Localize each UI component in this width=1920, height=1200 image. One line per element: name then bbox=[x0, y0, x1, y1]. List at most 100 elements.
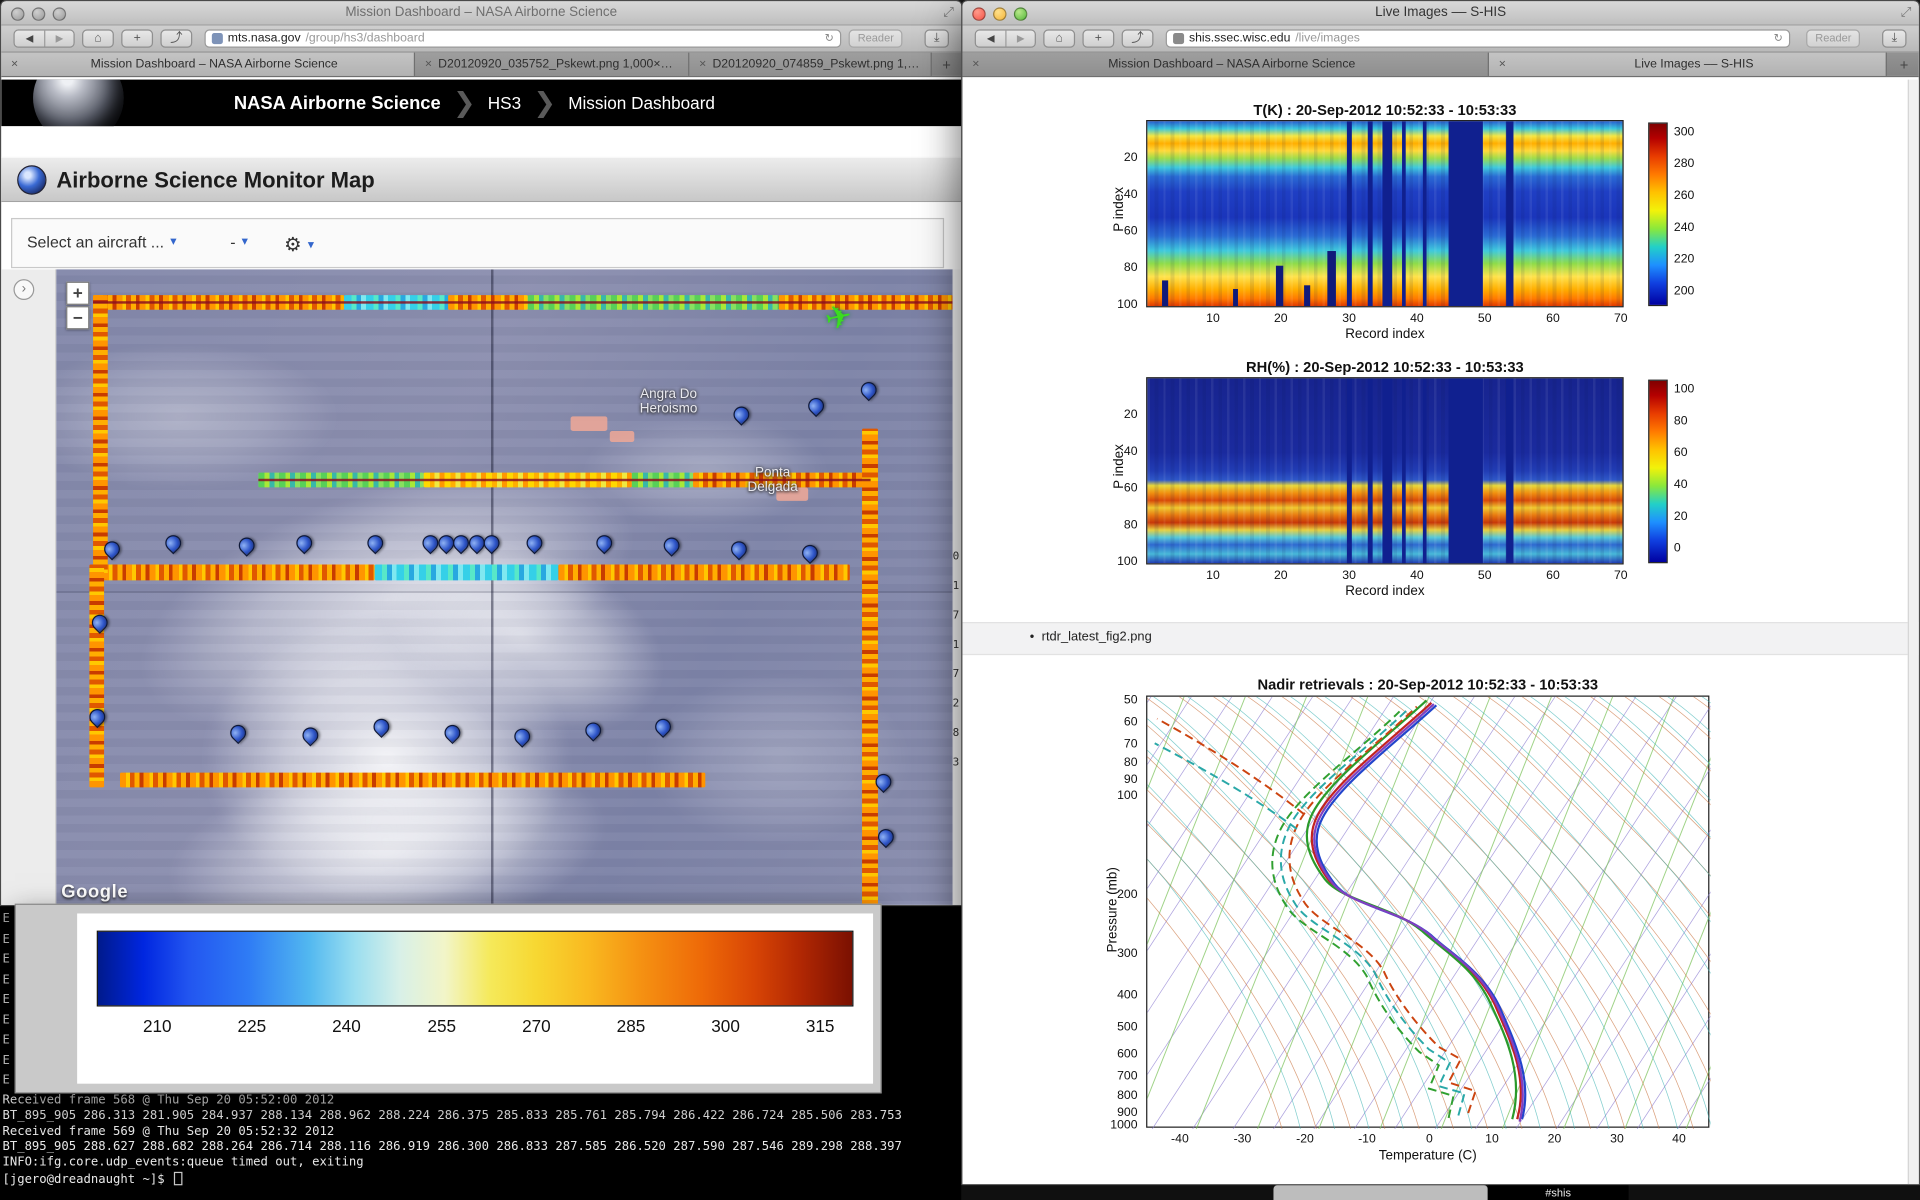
map-canvas[interactable]: Angra Do Heroismo Ponta Delgada ✈ + − Go… bbox=[56, 269, 952, 906]
caret-down-icon: ▾ bbox=[242, 235, 248, 248]
fullscreen-icon[interactable]: ⤢ bbox=[943, 5, 954, 21]
flight-track-segment bbox=[103, 564, 375, 580]
forward-button[interactable]: ▶ bbox=[44, 31, 73, 47]
place-label-angra: Angra Do Heroismo bbox=[613, 387, 723, 416]
reader-button[interactable]: Reader bbox=[1807, 29, 1860, 47]
new-tab-button[interactable]: + bbox=[1889, 53, 1918, 76]
image-list-item[interactable]: •rtdr_latest_fig2.png bbox=[1030, 629, 1152, 644]
back-button[interactable]: ◀ bbox=[15, 31, 44, 47]
sidebar-toggle-icon[interactable]: › bbox=[13, 279, 34, 300]
right-titlebar[interactable]: Live Images –– S-HIS ⤢ bbox=[962, 1, 1918, 25]
tick-label: 1000 bbox=[1110, 1119, 1137, 1132]
tick-label: 240 bbox=[1674, 221, 1694, 234]
live-images-page: T(K) : 20-Sep-2012 10:52:33 - 10:53:33 P… bbox=[962, 80, 1918, 1184]
zoom-in-button[interactable]: + bbox=[66, 282, 89, 305]
map-row: › Angra Do Hero bbox=[1, 269, 962, 906]
map-pin[interactable] bbox=[728, 538, 751, 561]
map-gridline bbox=[491, 269, 493, 906]
tab-pskewt-2[interactable]: × D20120920_074859_Pskewt.png 1,000×70..… bbox=[689, 53, 931, 76]
settings-select[interactable]: ⚙ ▾ bbox=[284, 233, 314, 257]
downloads-button[interactable]: ⤓ bbox=[924, 29, 948, 47]
tab-close-icon[interactable]: × bbox=[425, 58, 432, 71]
map-pin[interactable] bbox=[805, 395, 828, 418]
zoom-out-button[interactable]: − bbox=[66, 306, 89, 329]
home-button[interactable]: ⌂ bbox=[1043, 29, 1075, 47]
flight-track-segment bbox=[89, 564, 104, 787]
reload-icon[interactable]: ↻ bbox=[825, 32, 834, 45]
tab-close-icon[interactable]: × bbox=[699, 58, 706, 71]
url-domain: mts.nasa.gov bbox=[228, 32, 301, 45]
nasa-header-band: NASA Airborne Science ❯ HS3 ❯ Mission Da… bbox=[1, 80, 961, 127]
map-gridline bbox=[56, 591, 952, 592]
terminal-line: BT_895_905 286.313 281.905 284.937 288.1… bbox=[2, 1109, 962, 1125]
breadcrumb-nasa-airborne-science[interactable]: NASA Airborne Science bbox=[234, 92, 441, 113]
chevron-icon: ❯ bbox=[533, 91, 556, 115]
share-button[interactable]: ⤴ bbox=[160, 29, 192, 47]
back-button[interactable]: ◀ bbox=[976, 31, 1005, 47]
data-gap-stripe bbox=[1423, 378, 1427, 563]
data-gap-stripe bbox=[1506, 378, 1513, 563]
colorbar-tick-label: 315 bbox=[806, 1016, 835, 1036]
tab-live-images[interactable]: × Live Images –– S-HIS bbox=[1489, 53, 1887, 76]
tab-label: Live Images –– S-HIS bbox=[1512, 58, 1876, 71]
breadcrumb-mission-dashboard[interactable]: Mission Dashboard bbox=[568, 93, 715, 113]
site-favicon-icon bbox=[212, 33, 223, 44]
tick-label: 50 bbox=[1124, 693, 1138, 706]
map-pin[interactable] bbox=[799, 542, 822, 565]
tick-label: 20 bbox=[1124, 408, 1138, 421]
forward-button[interactable]: ▶ bbox=[1005, 31, 1034, 47]
left-titlebar[interactable]: Mission Dashboard – NASA Airborne Scienc… bbox=[1, 1, 961, 25]
address-bar[interactable]: mts.nasa.gov/group/hs3/dashboard ↻ bbox=[204, 29, 841, 47]
plus-button[interactable]: + bbox=[1082, 29, 1114, 47]
irc-channel-label: #shis bbox=[1545, 1187, 1571, 1199]
terminal-clipped-line: E bbox=[2, 1011, 9, 1031]
data-gap-stripe bbox=[1449, 121, 1482, 306]
map-pin[interactable] bbox=[858, 379, 881, 402]
caret-down-icon: ▾ bbox=[170, 235, 176, 248]
tick-label: 100 bbox=[1117, 555, 1137, 568]
aircraft-select[interactable]: Select an aircraft ... ▾ bbox=[27, 233, 176, 251]
tab-pskewt-1[interactable]: × D20120920_035752_Pskewt.png 1,000×70..… bbox=[415, 53, 689, 76]
terminal-clipped-line: E bbox=[2, 930, 9, 950]
colorbar-tick-label: 270 bbox=[522, 1016, 551, 1036]
reader-button[interactable]: Reader bbox=[849, 29, 902, 47]
breadcrumb-hs3[interactable]: HS3 bbox=[488, 93, 521, 113]
chevron-icon: ❯ bbox=[453, 91, 476, 115]
tick-label: -40 bbox=[1171, 1133, 1189, 1146]
tick-label: 90 bbox=[1124, 773, 1138, 786]
share-button[interactable]: ⤴ bbox=[1122, 29, 1154, 47]
tick-label: 100 bbox=[1117, 789, 1137, 802]
tab-mission-dashboard[interactable]: × Mission Dashboard – NASA Airborne Scie… bbox=[962, 53, 1489, 76]
home-button[interactable]: ⌂ bbox=[82, 29, 114, 47]
tab-close-icon[interactable]: × bbox=[972, 58, 979, 71]
downloads-button[interactable]: ⤓ bbox=[1882, 29, 1906, 47]
data-gap-stripe bbox=[1402, 121, 1407, 306]
tick-label: 0 bbox=[1426, 1133, 1433, 1146]
map-pin[interactable] bbox=[660, 534, 683, 557]
terminal-line: Received frame 569 @ Thu Sep 20 05:52:32… bbox=[2, 1125, 962, 1141]
tab-mission-dashboard[interactable]: × Mission Dashboard – NASA Airborne Scie… bbox=[1, 53, 415, 76]
flight-track-segment bbox=[862, 429, 878, 907]
map-pin[interactable] bbox=[875, 826, 898, 849]
tick-label: 700 bbox=[1117, 1070, 1137, 1083]
tick-label: 70 bbox=[1614, 312, 1628, 325]
map-pin[interactable] bbox=[162, 532, 185, 555]
tab-close-icon[interactable]: × bbox=[1499, 58, 1506, 71]
tick-label: 80 bbox=[1124, 261, 1138, 274]
fullscreen-icon[interactable]: ⤢ bbox=[1901, 5, 1912, 21]
page-scrollbar[interactable] bbox=[1908, 80, 1919, 1184]
aircraft-select-label: Select an aircraft ... bbox=[27, 233, 164, 251]
tab-close-icon[interactable]: × bbox=[11, 58, 18, 71]
tab-label: Mission Dashboard – NASA Airborne Scienc… bbox=[24, 58, 404, 71]
terminal-line: INFO:ifg.core.udp_events:queue timed out… bbox=[2, 1156, 962, 1172]
colorbar-tick-label: 225 bbox=[238, 1016, 267, 1036]
reload-icon[interactable]: ↻ bbox=[1774, 32, 1783, 45]
tick-label: 800 bbox=[1117, 1089, 1137, 1102]
new-tab-button[interactable]: + bbox=[932, 53, 961, 76]
plus-button[interactable]: + bbox=[121, 29, 153, 47]
colorbar-window[interactable]: 210225240255270285300315 bbox=[15, 904, 882, 1094]
terminal-prompt[interactable]: [jgero@dreadnaught ~]$ bbox=[2, 1172, 962, 1189]
address-bar[interactable]: shis.ssec.wisc.edu/live/images ↻ bbox=[1166, 29, 1790, 47]
dash-select[interactable]: - ▾ bbox=[230, 233, 248, 251]
terminal-clipped-line: E bbox=[2, 1031, 9, 1051]
